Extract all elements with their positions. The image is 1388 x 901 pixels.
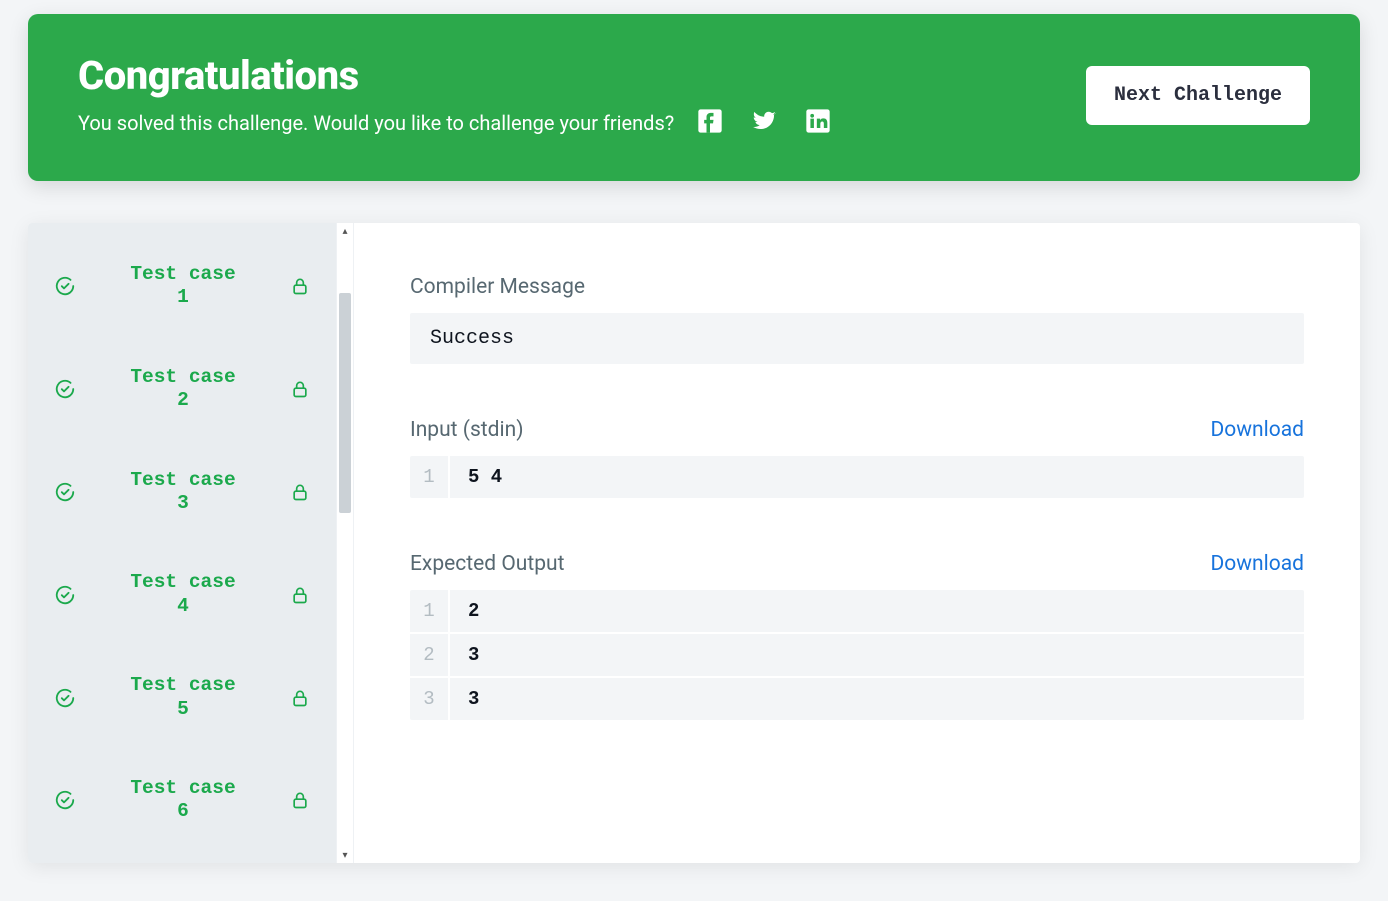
input-codebox: 15 4 [410,456,1304,498]
testcase-label: Test case 3 [90,469,276,516]
check-icon [54,687,76,709]
code-line: 15 4 [410,456,1304,498]
check-icon [54,789,76,811]
code-line: 12 [410,590,1304,634]
testcase-sidebar: Test case 1 Test case 2 Test case 3 Test ca… [28,223,336,863]
lock-icon [290,276,310,296]
scroll-up-icon[interactable]: ▴ [337,223,353,239]
sidebar-scrollbar[interactable]: ▴ ▾ [336,223,354,863]
line-content: 3 [450,634,497,676]
compiler-section: Compiler Message Success [410,275,1304,364]
twitter-icon[interactable] [750,107,778,139]
lock-icon [290,790,310,810]
output-download-link[interactable]: Download [1211,552,1305,576]
testcase-item[interactable]: Test case 6 [36,749,328,852]
output-section: Expected Output Download 122333 [410,552,1304,720]
check-icon [54,275,76,297]
testcase-label: Test case 2 [90,366,276,413]
lock-icon [290,379,310,399]
line-content: 3 [450,678,497,720]
facebook-icon[interactable] [696,107,724,139]
line-content: 2 [450,590,497,632]
line-number: 3 [410,678,450,720]
line-content: 5 4 [450,456,520,498]
linkedin-icon[interactable] [804,107,832,139]
next-challenge-button[interactable]: Next Challenge [1086,66,1310,125]
output-codebox: 122333 [410,590,1304,720]
lock-icon [290,585,310,605]
lock-icon [290,482,310,502]
testcase-label: Test case 1 [90,263,276,310]
input-section: Input (stdin) Download 15 4 [410,418,1304,498]
compiler-message-value: Success [410,313,1304,364]
input-download-link[interactable]: Download [1211,418,1305,442]
testcase-item[interactable]: Test case 5 [36,646,328,749]
check-icon [54,481,76,503]
testcase-item[interactable]: Test case 1 [36,235,328,338]
testcase-item[interactable]: Test case 2 [36,338,328,441]
congrats-banner: Congratulations You solved this challeng… [28,14,1360,181]
output-label: Expected Output [410,552,564,576]
input-label: Input (stdin) [410,418,524,442]
testcase-label: Test case 6 [90,777,276,824]
banner-subtitle: You solved this challenge. Would you lik… [78,111,674,135]
testcase-label: Test case 4 [90,571,276,618]
check-icon [54,378,76,400]
line-number: 1 [410,456,450,498]
results-panel: Test case 1 Test case 2 Test case 3 Test ca… [28,223,1360,863]
testcase-label: Test case 5 [90,674,276,721]
testcase-item[interactable]: Test case 3 [36,441,328,544]
code-line: 23 [410,634,1304,678]
check-icon [54,584,76,606]
testcase-detail: Compiler Message Success Input (stdin) D… [354,223,1360,863]
line-number: 2 [410,634,450,676]
compiler-message-label: Compiler Message [410,275,585,299]
scroll-down-icon[interactable]: ▾ [337,847,353,863]
testcase-item[interactable]: Test case 4 [36,543,328,646]
banner-title: Congratulations [78,52,1086,99]
line-number: 1 [410,590,450,632]
social-share [696,107,832,139]
lock-icon [290,688,310,708]
scroll-thumb[interactable] [339,293,351,513]
code-line: 33 [410,678,1304,720]
